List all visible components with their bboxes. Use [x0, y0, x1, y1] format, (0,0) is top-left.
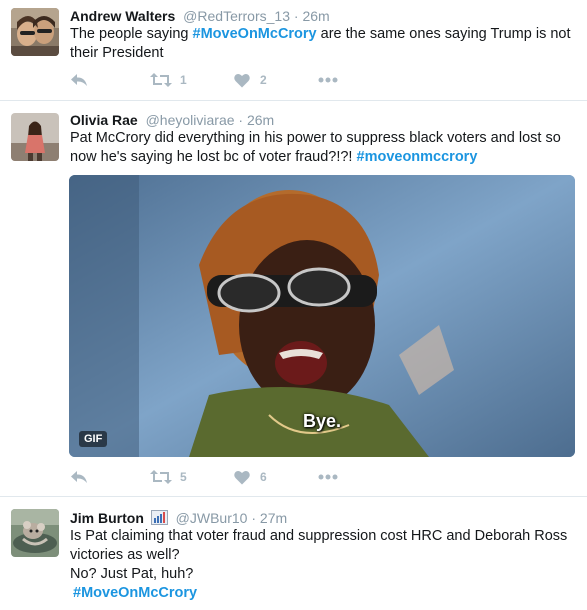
- text-line: No? Just Pat, huh?: [70, 566, 194, 582]
- tweet-actions: 5 6: [70, 467, 348, 487]
- retweet-button[interactable]: 5: [150, 469, 234, 485]
- separator-dot: ·: [238, 112, 244, 128]
- avatar[interactable]: [11, 8, 59, 56]
- gif-badge: GIF: [79, 431, 108, 447]
- tweet-text: Pat McCrory did everything in his power …: [70, 129, 575, 167]
- more-button[interactable]: [318, 474, 348, 480]
- author-handle[interactable]: @heyoliviarae: [146, 112, 235, 128]
- text-part: Pat McCrory did everything in his power …: [70, 130, 561, 165]
- retweet-count: 1: [180, 73, 187, 87]
- timestamp[interactable]: 26m: [302, 8, 329, 24]
- retweet-button[interactable]: 1: [150, 72, 234, 88]
- more-icon: [318, 474, 338, 480]
- retweet-count: 5: [180, 470, 187, 484]
- author-handle[interactable]: @JWBur10: [176, 510, 248, 526]
- reply-icon: [70, 72, 88, 88]
- reply-button[interactable]: [70, 72, 150, 88]
- more-icon: [318, 77, 338, 83]
- like-count: 2: [260, 73, 267, 87]
- heart-icon: [234, 470, 250, 485]
- retweet-icon: [150, 469, 172, 485]
- separator-dot: ·: [251, 510, 257, 526]
- reply-button[interactable]: [70, 469, 150, 485]
- hashtag-link[interactable]: #MoveOnMcCrory: [73, 584, 575, 603]
- tweet-actions: 1 2: [70, 70, 348, 90]
- retweet-icon: [150, 72, 172, 88]
- like-button[interactable]: 2: [234, 73, 318, 88]
- avatar[interactable]: [11, 509, 59, 557]
- avatar[interactable]: [11, 113, 59, 161]
- more-button[interactable]: [318, 77, 348, 83]
- like-button[interactable]: 6: [234, 470, 318, 485]
- author-handle[interactable]: @RedTerrors_13: [183, 8, 290, 24]
- hashtag-link[interactable]: #MoveOnMcCrory: [193, 26, 317, 42]
- tweet-text: Is Pat claiming that voter fraud and sup…: [70, 527, 575, 603]
- timestamp[interactable]: 27m: [260, 510, 287, 526]
- tweet-3[interactable]: Jim Burton @JWBur10 · 27m Is Pat claimin…: [0, 497, 587, 610]
- gif-caption: Bye.: [303, 411, 342, 431]
- hashtag-link[interactable]: #moveonmccrory: [357, 149, 478, 165]
- tweet-1[interactable]: Andrew Walters @RedTerrors_13 · 26m The …: [0, 0, 587, 100]
- author-name[interactable]: Jim Burton: [70, 510, 144, 526]
- reply-icon: [70, 469, 88, 485]
- tweet-text: The people saying #MoveOnMcCrory are the…: [70, 25, 575, 63]
- text-line: Is Pat claiming that voter fraud and sup…: [70, 528, 568, 563]
- timestamp[interactable]: 26m: [247, 112, 274, 128]
- separator-dot: ·: [293, 8, 299, 24]
- gif-media[interactable]: Bye. GIF: [69, 175, 575, 457]
- tweet-2[interactable]: Olivia Rae @heyoliviarae · 26m Pat McCro…: [0, 101, 587, 496]
- heart-icon: [234, 73, 250, 88]
- author-name[interactable]: Andrew Walters: [70, 8, 175, 24]
- like-count: 6: [260, 470, 267, 484]
- text-part: The people saying: [70, 26, 193, 42]
- author-name[interactable]: Olivia Rae: [70, 112, 138, 128]
